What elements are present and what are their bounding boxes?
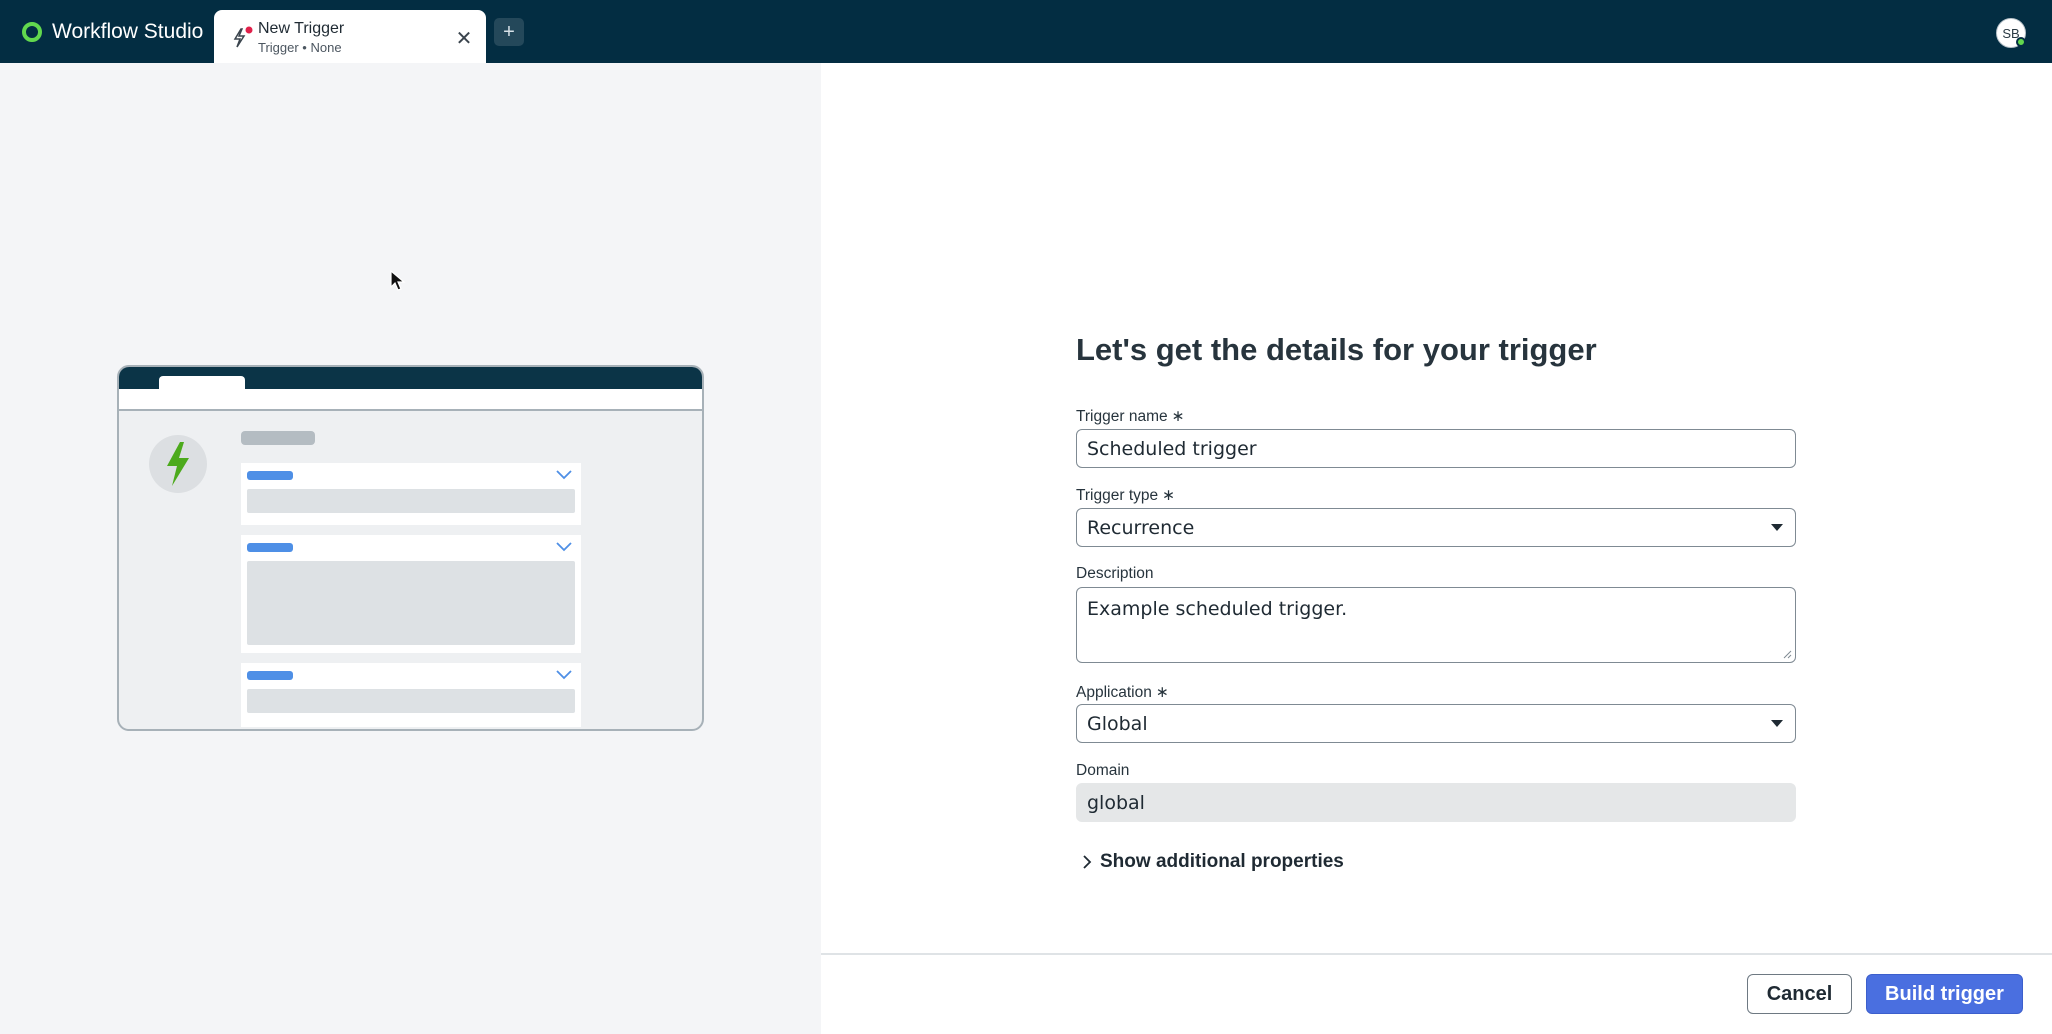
chevron-down-icon: [556, 670, 572, 680]
chevron-down-icon: [556, 542, 572, 552]
trigger-type-label-text: Trigger type: [1076, 487, 1159, 504]
show-additional-properties-label: Show additional properties: [1100, 851, 1344, 872]
tab-subtitle: Trigger • None: [258, 40, 342, 55]
footer-divider: [821, 953, 2052, 955]
description-value: Example scheduled trigger.: [1087, 598, 1348, 620]
domain-input: global: [1076, 783, 1796, 822]
description-textarea[interactable]: Example scheduled trigger.: [1076, 587, 1796, 663]
trigger-name-input[interactable]: Scheduled trigger: [1076, 429, 1796, 468]
tab-title: New Trigger: [258, 20, 345, 37]
illustration-card: [241, 463, 581, 525]
caret-down-icon: [1771, 720, 1783, 727]
page-title: Let's get the details for your trigger: [1076, 332, 1597, 367]
card-label-placeholder: [247, 543, 293, 552]
card-label-placeholder: [247, 471, 293, 480]
card-label-placeholder: [247, 671, 293, 680]
close-icon[interactable]: ✕: [452, 26, 476, 50]
card-field-placeholder: [247, 561, 575, 645]
illustration-card: [241, 535, 581, 653]
trigger-name-label-text: Trigger name: [1076, 408, 1168, 425]
description-label: Description: [1076, 565, 1154, 583]
illustration-heading-placeholder: [241, 431, 315, 445]
form-panel: [821, 63, 2052, 1034]
card-field-placeholder: [247, 489, 575, 513]
application-value: Global: [1087, 712, 1148, 735]
illustration-tab: [159, 376, 245, 390]
domain-value: global: [1087, 791, 1145, 814]
workflow-logo-icon: [22, 22, 42, 42]
plus-icon: +: [503, 20, 515, 43]
illustration-strip: [119, 389, 702, 411]
show-additional-properties-toggle[interactable]: Show additional properties: [1080, 850, 1344, 874]
illustration-card: [241, 663, 581, 727]
application-label: Application ∗: [1076, 683, 1169, 702]
cancel-button[interactable]: Cancel: [1747, 974, 1852, 1014]
cursor-icon: [390, 270, 406, 291]
chevron-right-icon: [1083, 855, 1092, 869]
resize-handle-icon[interactable]: [1782, 649, 1792, 659]
domain-label: Domain: [1076, 762, 1129, 780]
caret-down-icon: [1771, 524, 1783, 531]
card-field-placeholder: [247, 689, 575, 713]
trigger-illustration: [117, 365, 704, 731]
app-name: Workflow Studio: [52, 20, 204, 43]
trigger-type-label: Trigger type ∗: [1076, 486, 1175, 505]
application-select[interactable]: Global: [1076, 704, 1796, 743]
online-status-dot: [2016, 37, 2026, 47]
lightning-icon: [167, 442, 189, 486]
build-trigger-button[interactable]: Build trigger: [1866, 974, 2023, 1014]
trigger-icon: [233, 26, 253, 48]
required-marker: ∗: [1162, 487, 1176, 504]
trigger-type-value: Recurrence: [1087, 516, 1195, 539]
required-marker: ∗: [1155, 684, 1169, 701]
required-marker: ∗: [1171, 408, 1185, 425]
domain-label-text: Domain: [1076, 762, 1130, 779]
tab-new-trigger[interactable]: New Trigger Trigger • None ✕: [214, 10, 486, 63]
trigger-name-label: Trigger name ∗: [1076, 407, 1185, 426]
new-tab-button[interactable]: +: [494, 18, 524, 46]
application-label-text: Application: [1076, 684, 1152, 701]
trigger-type-select[interactable]: Recurrence: [1076, 508, 1796, 547]
chevron-down-icon: [556, 470, 572, 480]
brand[interactable]: Workflow Studio: [22, 18, 203, 46]
description-label-text: Description: [1076, 565, 1154, 582]
trigger-name-value: Scheduled trigger: [1087, 437, 1257, 460]
